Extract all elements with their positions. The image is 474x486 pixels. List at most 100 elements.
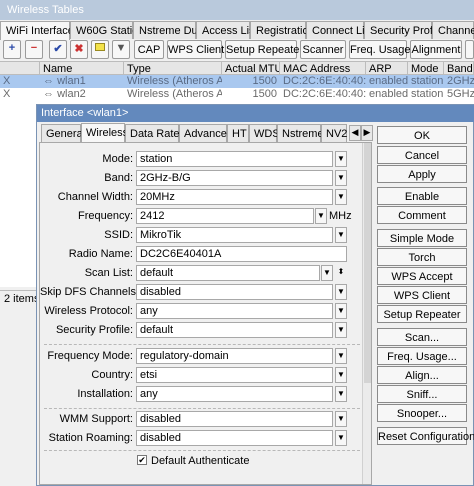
torch-button[interactable]: Torch [377,248,467,266]
alignment-button[interactable]: Alignment [410,40,462,59]
col-flag[interactable] [0,62,40,75]
tab-nstreme-dual[interactable]: Nstreme Dual [133,21,206,39]
wireless-protocol-select[interactable]: any [136,303,333,319]
align-button[interactable]: Align... [377,366,467,384]
tab-scroll-left-icon[interactable]: ◀ [349,125,361,141]
chevron-down-icon[interactable]: ▼ [315,208,327,224]
tab-registration[interactable]: Registration [250,21,315,39]
band-select[interactable]: 2GHz-B/G [136,170,333,186]
mode-select[interactable]: station [136,151,333,167]
chevron-down-icon[interactable]: ▼ [335,303,347,319]
col-arp[interactable]: ARP [366,62,408,75]
sniff-button[interactable]: Sniff... [377,385,467,403]
row-band: 5GHz- [447,88,474,100]
tab-general[interactable]: General [41,124,85,142]
minus-icon[interactable]: − [25,40,43,59]
col-mac[interactable]: MAC Address [280,62,366,75]
dialog-title[interactable]: Interface <wlan1> [37,105,474,122]
x-icon[interactable]: ✖ [70,40,88,59]
cancel-button[interactable]: Cancel [377,146,467,164]
chevron-down-icon[interactable]: ▼ [335,189,347,205]
table-row[interactable]: X ⇔ wlan1 Wireless (Atheros AR9... 1500 … [0,75,474,88]
radio-name-input[interactable]: DC2C6E40401A [136,246,347,262]
tab-connect-list[interactable]: Connect List [306,21,373,39]
security-profile-select[interactable]: default [136,322,333,338]
row-flag: X [3,75,11,87]
scrollbar-thumb[interactable] [364,143,371,383]
tab-scroll-right-icon[interactable]: ▶ [361,125,373,141]
plus-icon[interactable]: + [3,40,21,59]
col-band[interactable]: Band [444,62,474,75]
chevron-down-icon[interactable]: ▼ [335,430,347,446]
channel-width-select[interactable]: 20MHz [136,189,333,205]
tab-nstreme[interactable]: Nstreme [277,124,324,142]
country-select[interactable]: etsi [136,367,333,383]
table-header: Name Type Actual MTU MAC Address ARP Mod… [0,61,474,75]
installation-select[interactable]: any [136,386,333,402]
tab-access-list[interactable]: Access List [196,21,258,39]
funnel-icon[interactable]: ▼ [112,40,130,59]
reset-configuration-button[interactable]: Reset Configuration [377,427,474,445]
col-mode[interactable]: Mode [408,62,444,75]
panel-scrollbar[interactable] [362,143,371,484]
default-authenticate-checkbox[interactable]: ✔ [137,455,147,465]
radio-name-label: Radio Name: [68,248,133,260]
tab-channels[interactable]: Channels [432,21,474,39]
table-row[interactable]: X ⇔ wlan2 Wireless (Atheros AR9... 1500 … [0,88,474,101]
col-name[interactable]: Name [40,62,124,75]
scan-button[interactable]: Scan... [377,328,467,346]
note-icon[interactable] [91,40,109,59]
tab-w60g-station[interactable]: W60G Station [70,21,144,39]
chevron-down-icon[interactable]: ▼ [335,411,347,427]
scan-list-input[interactable]: default [136,265,320,281]
freq-usage-button[interactable]: Freq. Usage [349,40,411,59]
tab-wifi-interfaces[interactable]: WiFi Interfaces [0,21,79,40]
station-roaming-select[interactable]: disabled [136,430,333,446]
tab-security-profiles[interactable]: Security Profiles [364,21,449,39]
tab-wds[interactable]: WDS [249,124,280,142]
setup-repeater-button[interactable]: Setup Repeater [225,40,303,59]
wps-client-button[interactable]: WPS Client [167,40,224,59]
col-mtu[interactable]: Actual MTU [222,62,280,75]
chevron-down-icon[interactable]: ▼ [335,322,347,338]
frequency-select[interactable]: 2412 [136,208,314,224]
wps-client-button[interactable]: WPS Client [377,286,467,304]
chevron-down-icon[interactable]: ▼ [335,386,347,402]
tab-data-rates[interactable]: Data Rates [125,124,185,142]
wireless-sniffer-button[interactable] [465,40,474,59]
tab-ht[interactable]: HT [227,124,249,142]
snooper-button[interactable]: Snooper... [377,404,467,422]
setup-repeater-button[interactable]: Setup Repeater [377,305,467,323]
wireless-protocol-label: Wireless Protocol: [44,305,133,317]
apply-button[interactable]: Apply [377,165,467,183]
chevron-down-icon[interactable]: ▼ [335,170,347,186]
skip-dfs-select[interactable]: disabled [136,284,333,300]
chevron-down-icon[interactable]: ▼ [321,265,333,281]
frequency-mode-select[interactable]: regulatory-domain [136,348,333,364]
ssid-input[interactable]: MikroTik [136,227,333,243]
check-icon[interactable]: ✔ [49,40,67,59]
tab-nv2[interactable]: NV2 [321,124,347,142]
default-authenticate-label: Default Authenticate [151,455,250,467]
skip-dfs-row: Skip DFS Channels: disabled ▼ [40,284,360,300]
freq-usage-button[interactable]: Freq. Usage... [377,347,467,365]
comment-button[interactable]: Comment [377,206,467,224]
wmm-support-select[interactable]: disabled [136,411,333,427]
chevron-down-icon[interactable]: ▼ [335,151,347,167]
chevron-down-icon[interactable]: ▼ [335,227,347,243]
chevron-down-icon[interactable]: ▼ [335,284,347,300]
wps-accept-button[interactable]: WPS Accept [377,267,467,285]
up-down-arrows-icon[interactable]: ⬍ [335,265,347,281]
chevron-down-icon[interactable]: ▼ [335,348,347,364]
ok-button[interactable]: OK [377,126,467,144]
enable-button[interactable]: Enable [377,187,467,205]
tab-wireless[interactable]: Wireless [81,123,128,143]
col-type[interactable]: Type [124,62,222,75]
installation-label: Installation: [77,388,133,400]
scanner-button[interactable]: Scanner [300,40,346,59]
chevron-down-icon[interactable]: ▼ [335,367,347,383]
row-mode: station [411,88,444,100]
simple-mode-button[interactable]: Simple Mode [377,229,467,247]
tab-advanced[interactable]: Advanced [179,124,233,142]
cap-button[interactable]: CAP [134,40,164,59]
